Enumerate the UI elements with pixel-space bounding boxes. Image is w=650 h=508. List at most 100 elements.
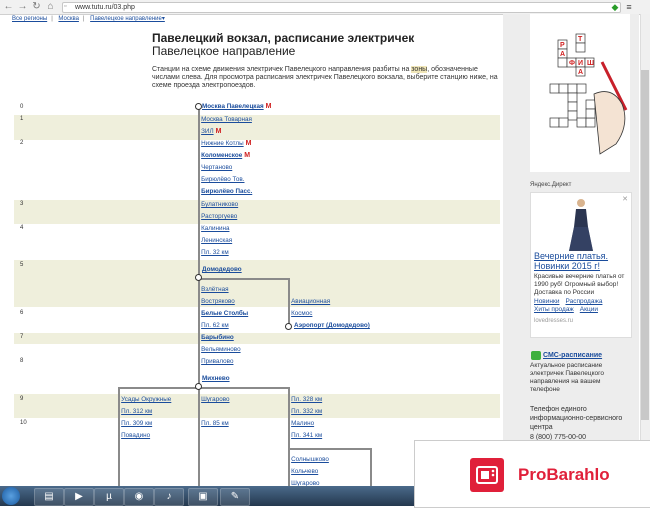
station-pl328[interactable]: -Пл. 328 км [288,396,322,403]
explorer-icon[interactable]: ▤ [34,488,64,506]
reload-icon[interactable]: ↻ [31,1,42,12]
station-link[interactable]: Пл. 341 км [291,432,322,439]
station-link[interactable]: Солнышково [291,456,329,463]
extension-icon[interactable]: ◆ [610,2,620,12]
station-link[interactable]: Космос [291,310,312,317]
station-biryulevo-pass[interactable]: -Бирюлёво Пасс. [198,188,252,195]
breadcrumb-moscow[interactable]: Москва [58,16,78,22]
station-link[interactable]: Чертаново [201,164,232,171]
torrent-icon[interactable]: µ [94,488,124,506]
home-icon[interactable]: ⌂ [45,1,56,12]
station-mikhnevo[interactable]: Михнево [202,375,230,382]
station-link[interactable]: Булатниково [201,201,238,208]
station-link[interactable]: Пл. 312 км [121,408,152,415]
chrome-icon[interactable]: ◉ [124,488,154,506]
station-biryulevo-tov[interactable]: -Бирюлёво Тов. [198,176,245,183]
station-rastorguevo[interactable]: -Расторгуево [198,213,237,220]
station-link[interactable]: Востряково [201,298,235,305]
station-vzletnaya[interactable]: -Взлётная [198,286,229,293]
station-link[interactable]: Усады Окружные [121,396,171,403]
station-barybino[interactable]: -Барыбино [198,334,234,341]
media-player-icon[interactable]: ▶ [64,488,94,506]
station-pl85[interactable]: -Пл. 85 км [198,420,229,427]
station-link[interactable]: Москва Товарная [201,116,252,123]
station-vostryakovo[interactable]: -Востряково [198,298,235,305]
app-icon[interactable]: ▣ [188,488,218,506]
station-airport[interactable]: Аэропорт (Домодедово) [294,322,370,329]
station-moskva-pav[interactable]: Москва Павелецкая M [202,103,271,110]
station-link[interactable]: Кольчево [291,468,318,475]
station-link[interactable]: Аэропорт (Домодедово) [294,322,370,329]
station-malino[interactable]: -Малино [288,420,314,427]
scrollbar-thumb[interactable] [641,70,649,420]
station-pl341[interactable]: -Пл. 341 км [288,432,322,439]
station-link[interactable]: Пл. 309 км [121,420,152,427]
station-moskva-tov[interactable]: -Москва Товарная [198,116,252,123]
station-link[interactable]: Михнево [202,375,230,382]
station-kalinina[interactable]: -Калинина [198,225,229,232]
station-solnyshkovo[interactable]: -Солнышково [288,456,329,463]
station-link[interactable]: Взлётная [201,286,228,293]
ad-title-link[interactable]: Вечерние платья. Новинки 2015 г! [534,251,630,271]
station-link[interactable]: Домодедово [202,266,242,273]
station-aviacionnaya[interactable]: -Авиационная [288,298,330,305]
station-velyaminovo[interactable]: -Вельяминово [198,346,241,353]
station-link[interactable]: Бирюлёво Пасс. [201,188,252,195]
station-link[interactable]: Повадино [121,432,150,439]
breadcrumb-direction[interactable]: Павелецкое направление▾ [90,16,165,22]
station-povadino[interactable]: -Повадино [118,432,150,439]
ad-link-new[interactable]: Новинки [534,298,559,305]
menu-icon[interactable]: ≡ [624,2,634,12]
station-pl332[interactable]: -Пл. 332 км [288,408,322,415]
url-field[interactable]: www.tutu.ru/03.php [62,2,621,13]
station-kolomenskoe[interactable]: -Коломенское M [198,152,250,159]
station-link[interactable]: Авиационная [291,298,330,305]
station-link[interactable]: Нижние Котлы [201,140,244,147]
ad-link-hits[interactable]: Хиты продаж [534,306,574,313]
station-pl309[interactable]: -Пл. 309 км [118,420,152,427]
station-privalovo[interactable]: -Привалово [198,358,233,365]
crossword-banner[interactable]: Р А Т Ф И Ш А [530,14,630,172]
station-link[interactable]: Привалово [201,358,233,365]
back-icon[interactable]: ← [3,1,14,12]
station-link[interactable]: Малино [291,420,314,427]
station-link[interactable]: Ленинская [201,237,232,244]
station-link[interactable]: Расторгуево [201,213,237,220]
station-pl62[interactable]: -Пл. 62 км [198,322,229,329]
station-kosmos[interactable]: -Космос [288,310,312,317]
station-link[interactable]: Пл. 328 км [291,396,322,403]
station-link[interactable]: Пл. 32 км [201,249,229,256]
ad-link-promo[interactable]: Акции [580,306,598,313]
paint-icon[interactable]: ✎ [220,488,250,506]
station-link[interactable]: Вельяминово [201,346,240,353]
start-button[interactable] [2,487,20,505]
station-leninskaya[interactable]: -Ленинская [198,237,232,244]
station-belye-stolby[interactable]: -Белые Столбы [198,310,248,317]
station-kolycheovo[interactable]: -Кольчево [288,468,318,475]
station-pl312[interactable]: -Пл. 312 км [118,408,152,415]
station-usady[interactable]: -Усады Окружные [118,396,171,403]
station-pl32[interactable]: -Пл. 32 км [198,249,229,256]
station-link[interactable]: Барыбино [201,334,234,341]
station-link[interactable]: Шугарово [201,396,229,403]
breadcrumb-all-regions[interactable]: Все регионы [12,16,47,22]
station-link[interactable]: Бирюлёво Тов. [201,176,244,183]
forward-icon[interactable]: → [17,1,28,12]
ad-link-sale[interactable]: Распродажа [565,298,602,305]
station-bulatnikovo[interactable]: -Булатниково [198,201,238,208]
station-zil[interactable]: -ЗИЛ M [198,128,221,135]
station-link[interactable]: Москва Павелецкая [202,103,264,110]
close-icon[interactable]: ✕ [622,195,628,203]
station-link[interactable]: Пл. 62 км [201,322,229,329]
station-link[interactable]: ЗИЛ [201,128,213,135]
station-link[interactable]: Пл. 332 км [291,408,322,415]
station-link[interactable]: Калинина [201,225,229,232]
sound-icon[interactable]: ♪ [154,488,184,506]
station-link[interactable]: Белые Столбы [201,310,248,317]
station-chertanovo[interactable]: -Чертаново [198,164,232,171]
station-link[interactable]: Пл. 85 км [201,420,229,427]
sms-schedule-link[interactable]: СМС-расписание [543,352,602,359]
station-nizhnie-kotly[interactable]: -Нижние Котлы M [198,140,251,147]
station-link[interactable]: Коломенское [201,152,242,159]
station-shugarovo[interactable]: -Шугарово [198,396,229,403]
